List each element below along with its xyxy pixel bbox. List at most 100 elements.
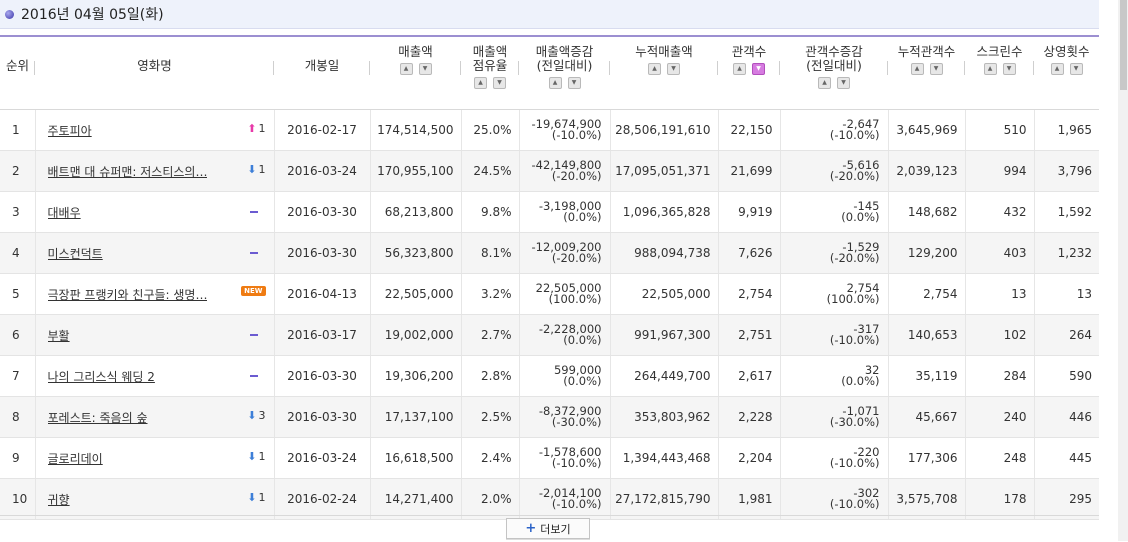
sort-asc-icon[interactable]: ▲ [983,63,997,75]
audience-diff-cell: -220 (-10.0%) [780,437,889,479]
cum-sales-cell: 28,506,191,610 [610,109,719,151]
title-cell: 배트맨 대 슈퍼맨: 저스티스의… ⬇ 1 [35,150,275,192]
rank-change-value: 1 [258,450,266,463]
release-date-cell: 2016-04-13 [274,273,371,315]
share-cell: 24.5% [461,150,520,192]
audience-diff-cell-percent: (-10.0%) [829,497,880,511]
sort-desc-icon[interactable]: ▼ [929,63,943,75]
sort-desc-icon[interactable]: ▼ [667,63,680,75]
release-date-cell: 2016-02-24 [274,478,371,520]
sort-desc-icon[interactable]: ▼ [1069,63,1083,75]
screens-cell: 432 [965,191,1035,233]
sort-asc-icon[interactable]: ▲ [1050,63,1064,75]
movie-title-link[interactable]: 주토피아 [48,122,92,139]
sort-asc-icon[interactable]: ▲ [818,77,831,89]
title-cell: 극장판 프랭키와 친구들: 생명… NEW [35,273,275,315]
title-cell: 나의 그리스식 웨딩 2 [35,355,275,397]
share-cell: 3.2% [461,273,520,315]
cum-audience-cell: 3,645,969 [888,109,966,151]
movie-title-link[interactable]: 배트맨 대 슈퍼맨: 저스티스의… [48,163,208,180]
cum-sales-cell: 264,449,700 [610,355,719,397]
sort-asc-icon[interactable]: ▲ [548,77,562,89]
movie-title-link[interactable]: 귀향 [48,491,70,508]
table-row: 8 포레스트: 죽음의 숲 ⬇ 3 2016-03-30 17,137,100 2.5% -8… [0,396,1099,438]
screens-cell: 403 [965,232,1035,274]
movie-title-link[interactable]: 포레스트: 죽음의 숲 [48,409,148,426]
audience-diff-cell-percent: (-30.0%) [829,415,880,429]
sales-cell: 174,514,500 [370,109,462,151]
cum-audience-cell: 3,575,708 [888,478,966,520]
share-cell: 2.4% [461,437,520,479]
share-cell: 2.8% [461,355,520,397]
sort-asc-icon[interactable]: ▲ [474,77,487,89]
rank-change: ⬇ 1 [247,450,265,463]
movie-title-link[interactable]: 대배우 [48,204,81,221]
release-date-cell: 2016-03-30 [274,355,371,397]
title-cell: 대배우 [35,191,275,233]
sort-desc-icon[interactable]: ▼ [493,77,506,89]
more-area: + 더보기 [0,515,1099,542]
title-cell: 글로리데이 ⬇ 1 [35,437,275,479]
shows-cell: 3,796 [1034,150,1099,192]
shows-cell: 446 [1034,396,1099,438]
title-cell: 포레스트: 죽음의 숲 ⬇ 3 [35,396,275,438]
movie-title-link[interactable]: 부활 [48,327,70,344]
rank-cell: 5 [0,273,36,315]
cum-audience-cell: 140,653 [888,314,966,356]
table-row: 3 대배우 2016-03-30 68,213,800 9.8% -3,198,000 (0… [0,191,1099,233]
arrow-down-icon: ⬇ [247,491,257,504]
audience-diff-cell: -302 (-10.0%) [780,478,889,520]
more-button[interactable]: + 더보기 [506,518,590,539]
table-row: 4 미스컨덕트 2016-03-30 56,323,800 8.1% -12,009,20… [0,232,1099,274]
sort-asc-icon[interactable]: ▲ [910,63,924,75]
sort-desc-icon[interactable]: ▼ [567,77,581,89]
title-cell: 부활 [35,314,275,356]
sales-diff-cell: -19,674,900 (-10.0%) [519,109,611,151]
scrollbar-thumb[interactable] [1120,0,1127,90]
movie-title-link[interactable]: 글로리데이 [48,450,103,467]
share-cell: 2.7% [461,314,520,356]
col-header-shows: 상영횟수 ▲ ▼ [1034,37,1099,110]
sort-desc-icon[interactable]: ▼ [837,77,850,89]
audience-diff-cell-percent: (0.0%) [841,210,880,224]
date-title: 2016년 04월 05일(화) [21,7,164,23]
no-change-icon [249,334,258,336]
share-cell: 2.5% [461,396,520,438]
sort-desc-icon[interactable]: ▼ [418,63,432,75]
screens-cell: 994 [965,150,1035,192]
movie-title-link[interactable]: 미스컨덕트 [48,245,103,262]
rank-change: ⬇ 1 [247,491,265,504]
col-header-cum-audience: 누적관객수 ▲ ▼ [888,37,965,110]
sales-diff-cell: -2,228,000 (0.0%) [519,314,611,356]
cum-sales-cell: 1,394,443,468 [610,437,719,479]
movie-title-link[interactable]: 나의 그리스식 웨딩 2 [48,368,155,385]
rank-change [249,211,258,213]
col-header-sales-diff: 매출액증감 (전일대비) ▲ ▼ [519,37,610,110]
col-header-screens: 스크린수 ▲ ▼ [965,37,1034,110]
sort-asc-icon[interactable]: ▲ [733,63,746,75]
date-header: 2016년 04월 05일(화) [0,0,1099,29]
rank-change: ⬇ 1 [247,163,265,176]
release-date-cell: 2016-03-24 [274,437,371,479]
cum-audience-cell: 45,667 [888,396,966,438]
table-row: 5 극장판 프랭키와 친구들: 생명… NEW 2016-04-13 22,505,00… [0,273,1099,315]
sales-diff-cell: 22,505,000 (100.0%) [519,273,611,315]
col-header-label: 누적매출액 [635,44,693,59]
audience-diff-cell-percent: (100.0%) [826,292,880,306]
col-header-audience: 관객수 ▲ ▼ [718,37,780,110]
sort-desc-icon[interactable]: ▼ [752,63,765,75]
screens-cell: 178 [965,478,1035,520]
sales-diff-cell-percent: (0.0%) [563,210,602,224]
new-badge-icon: NEW [241,286,266,296]
screens-cell: 284 [965,355,1035,397]
title-cell: 미스컨덕트 [35,232,275,274]
audience-cell: 2,228 [718,396,781,438]
col-header-label: 매출액 [398,44,433,59]
rank-cell: 3 [0,191,36,233]
sort-asc-icon[interactable]: ▲ [648,63,661,75]
movie-title-link[interactable]: 극장판 프랭키와 친구들: 생명… [48,286,208,303]
sort-desc-icon[interactable]: ▼ [1002,63,1016,75]
sort-asc-icon[interactable]: ▲ [399,63,413,75]
shows-cell: 590 [1034,355,1099,397]
col-header-audience-diff: 관객수증감 (전일대비) ▲ ▼ [780,37,888,110]
